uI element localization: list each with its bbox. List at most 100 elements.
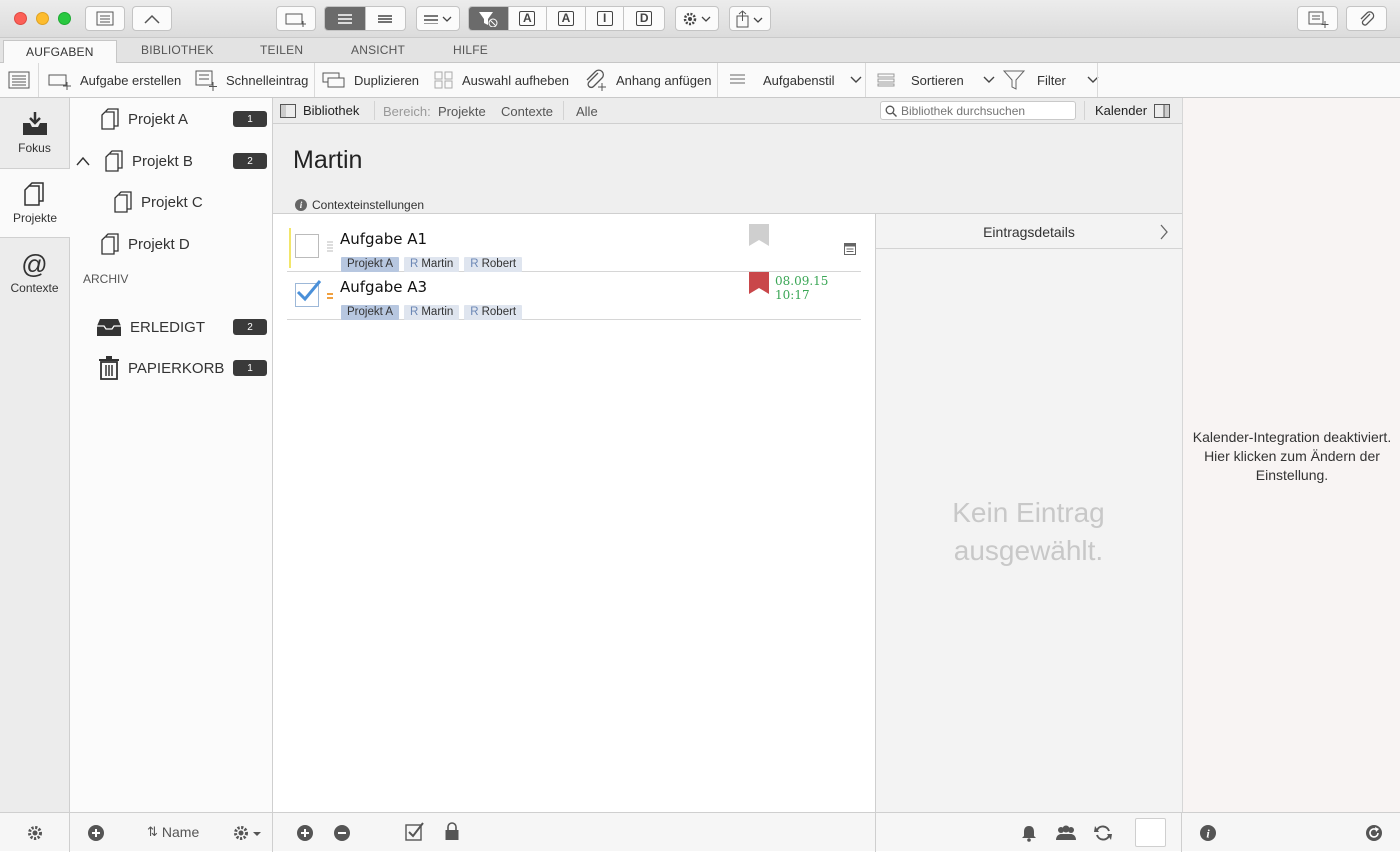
new-task-toolbar-button[interactable] [276, 6, 316, 31]
note-icon[interactable] [844, 243, 856, 255]
flag-icon[interactable] [749, 272, 769, 296]
project-item[interactable]: Projekt A 1 [100, 105, 273, 133]
tab-aufgaben[interactable]: AUFGABEN [3, 40, 117, 64]
duplicate-icon [322, 72, 345, 88]
project-icon [101, 108, 119, 130]
person-tag[interactable]: R Martin [404, 257, 460, 272]
lines-icon [337, 13, 352, 24]
calendar-toggle[interactable]: Kalender [1095, 103, 1171, 118]
sort-by-name-button[interactable]: ⇅ Name [147, 824, 199, 840]
search-input[interactable] [901, 103, 1071, 118]
calendar-panel[interactable]: Kalender-Integration deaktiviert. Hier k… [1182, 98, 1400, 812]
tab-teilen[interactable]: TEILEN [260, 43, 303, 57]
calendar-disabled-notice[interactable]: Kalender-Integration deaktiviert. Hier k… [1189, 428, 1395, 485]
filter-toggle-button[interactable] [469, 7, 509, 30]
grouping-dropdown[interactable] [416, 6, 460, 31]
tab-hilfe[interactable]: HILFE [453, 43, 488, 57]
attach-button[interactable]: Anhang anfügen [584, 63, 711, 97]
scope-all[interactable]: Alle [576, 104, 598, 119]
minimize-window-button[interactable] [36, 12, 49, 25]
filter-ai-button[interactable]: A [509, 7, 548, 30]
task-row[interactable]: Aufgabe A3 Projekt A R Martin R Robert 08.09… [287, 272, 861, 320]
project-tag[interactable]: Projekt A [341, 257, 400, 272]
share-icon [736, 9, 763, 27]
task-checkbox[interactable] [295, 280, 322, 307]
lines-icon [730, 74, 745, 84]
checkbox-icon[interactable] [405, 822, 425, 842]
remove-task-icon[interactable] [333, 824, 351, 842]
sort-dropdown[interactable]: Sortieren [877, 63, 996, 97]
flag-icon[interactable] [749, 224, 769, 248]
share-dropdown[interactable] [729, 6, 771, 31]
nav-contexte[interactable]: @ Contexte [0, 238, 69, 308]
sync-icon[interactable] [1094, 824, 1112, 842]
refresh-icon[interactable] [1365, 824, 1383, 842]
filter-a-button[interactable]: A [547, 7, 586, 30]
chevron-up-icon [76, 156, 90, 166]
attachment-toolbar-button[interactable] [1346, 6, 1387, 31]
scope-contexts[interactable]: Contexte [501, 104, 553, 119]
compact-view-button[interactable] [366, 7, 406, 30]
funnel-off-icon [479, 11, 498, 27]
project-item[interactable]: Projekt C [113, 188, 203, 216]
nav-fokus[interactable]: Fokus [0, 98, 69, 168]
nav-projekte[interactable]: Projekte [0, 168, 70, 238]
library-button[interactable]: Bibliothek [280, 103, 359, 118]
task-style-dropdown[interactable]: Aufgabenstil [729, 63, 863, 97]
quick-entry-button[interactable]: Schnelleintrag [194, 63, 308, 97]
add-project-icon[interactable] [87, 824, 105, 842]
settings-dropdown[interactable] [675, 6, 719, 31]
detail-header[interactable]: Eintragsdetails [876, 214, 1182, 249]
close-window-button[interactable] [14, 12, 27, 25]
detailed-view-button[interactable] [325, 7, 366, 30]
count-badge: 2 [233, 319, 267, 335]
sort-by-label: Name [161, 824, 200, 840]
archive-item-trash[interactable]: PAPIERKORB 1 [98, 354, 273, 382]
gear-icon[interactable] [26, 824, 44, 842]
scope-projects[interactable]: Projekte [438, 104, 486, 119]
view-switcher: Fokus Projekte @ Contexte [0, 98, 70, 812]
tray-icon [97, 319, 121, 336]
ribbon-list-button[interactable] [8, 63, 30, 97]
person-tag[interactable]: R Martin [404, 305, 460, 320]
project-item[interactable]: Projekt D [100, 230, 190, 258]
bell-icon[interactable] [1020, 824, 1038, 842]
project-item[interactable]: Projekt B 2 [76, 147, 273, 175]
info-icon[interactable]: i [1199, 824, 1217, 842]
filter-i-button[interactable]: I [586, 7, 625, 30]
zoom-window-button[interactable] [58, 12, 71, 25]
drag-handle-icon[interactable] [326, 240, 334, 254]
person-tag[interactable]: R Robert [464, 257, 523, 272]
person-tag[interactable]: R Robert [464, 305, 523, 320]
deselect-button[interactable]: Auswahl aufheben [434, 63, 569, 97]
duplicate-button[interactable]: Duplizieren [322, 63, 419, 97]
color-swatch[interactable] [1135, 818, 1166, 847]
new-task-icon [285, 13, 306, 27]
task-checkbox[interactable] [295, 234, 319, 258]
project-tag[interactable]: Projekt A [341, 305, 400, 320]
create-task-label: Aufgabe erstellen [80, 72, 182, 88]
quick-entry-icon [195, 70, 217, 91]
search-field[interactable] [880, 101, 1076, 120]
tab-bibliothek[interactable]: BIBLIOTHEK [141, 43, 214, 57]
sidebar-toggle-button[interactable] [85, 6, 125, 31]
add-task-icon[interactable] [296, 824, 314, 842]
create-task-button[interactable]: Aufgabe erstellen [48, 63, 181, 97]
scope-label: Bereich: [383, 104, 431, 119]
context-settings-link[interactable]: i Contexteinstellungen [295, 198, 424, 212]
due-date[interactable]: 08.09.15 10:17 [775, 274, 861, 302]
filter-dropdown[interactable]: Filter [1003, 63, 1100, 97]
task-row[interactable]: Aufgabe A1 Projekt A R Martin R Robert [287, 224, 861, 272]
sort-arrows-icon: ⇅ [147, 824, 158, 839]
collapse-ribbon-button[interactable] [132, 6, 172, 31]
project-icon [114, 191, 132, 213]
archive-item-done[interactable]: ERLEDIGT 2 [96, 313, 273, 341]
lock-icon[interactable] [444, 822, 460, 842]
person-name: Martin [421, 258, 454, 270]
people-icon[interactable] [1055, 824, 1077, 842]
letter-a-icon: A [558, 11, 574, 26]
tab-ansicht[interactable]: ANSICHT [351, 43, 405, 57]
quick-entry-toolbar-button[interactable] [1297, 6, 1338, 31]
filter-d-button[interactable]: D [624, 7, 664, 30]
gear-menu-icon[interactable] [232, 824, 262, 842]
